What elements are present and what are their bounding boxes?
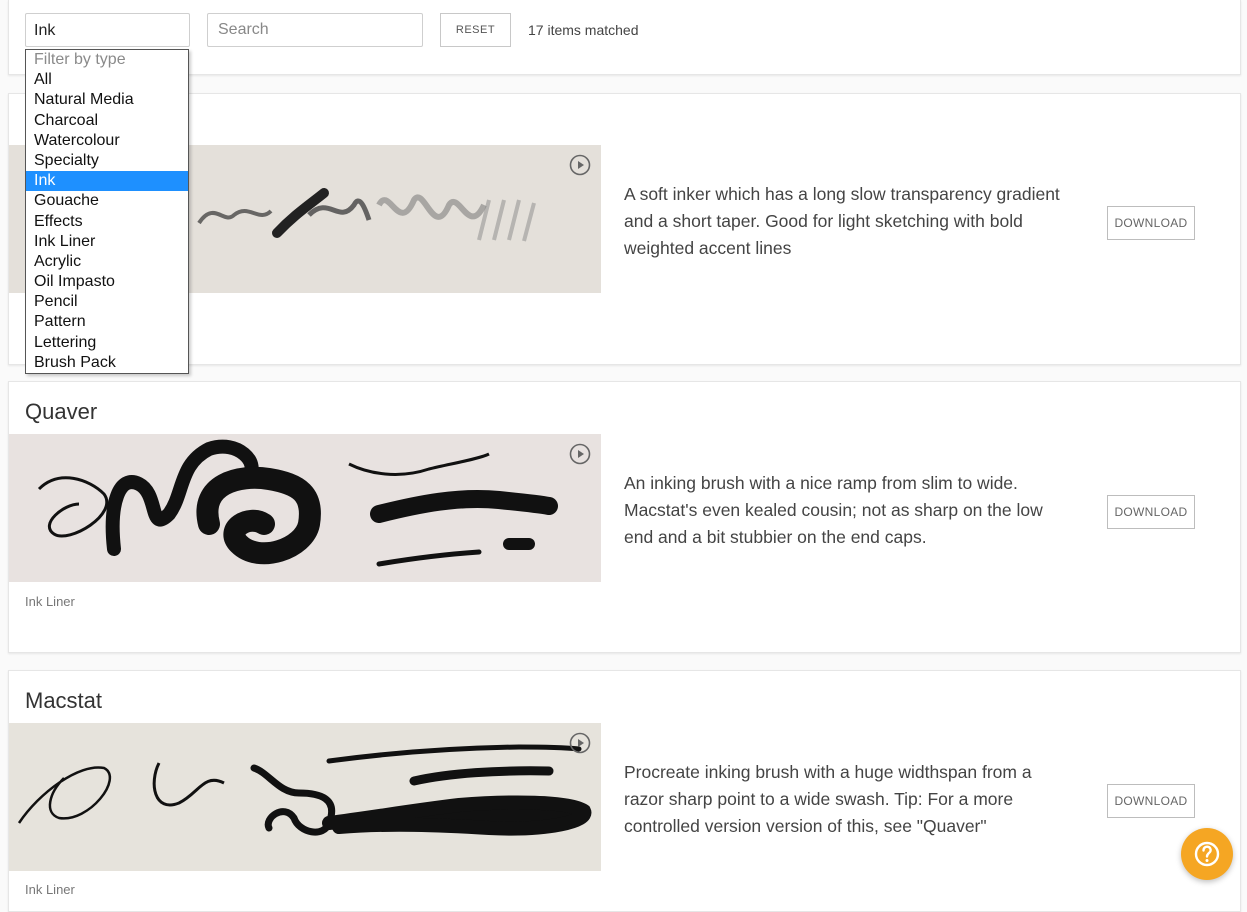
brush-title: Quaver	[25, 399, 98, 424]
brush-description: A soft inker which has a long slow trans…	[624, 184, 1060, 258]
brush-category-tag: Ink Liner	[25, 594, 75, 609]
filter-option-pattern[interactable]: Pattern	[26, 312, 188, 332]
filter-option-acrylic[interactable]: Acrylic	[26, 252, 188, 272]
filter-option-oil-impasto[interactable]: Oil Impasto	[26, 272, 188, 292]
download-button[interactable]: DOWNLOAD	[1107, 784, 1195, 818]
type-filter-dropdown: Filter by type All Natural Media Charcoa…	[25, 49, 189, 374]
filter-option-charcoal[interactable]: Charcoal	[26, 111, 188, 131]
play-circle-icon[interactable]	[569, 443, 591, 465]
filter-option-gouache[interactable]: Gouache	[26, 191, 188, 211]
filter-option-ink[interactable]: Ink	[26, 171, 188, 192]
play-circle-icon[interactable]	[569, 154, 591, 176]
filter-option-effects[interactable]: Effects	[26, 212, 188, 232]
brush-card: Quaver An inking brush with a nice ramp …	[8, 381, 1241, 653]
filter-option-pencil[interactable]: Pencil	[26, 292, 188, 312]
download-button[interactable]: DOWNLOAD	[1107, 206, 1195, 240]
question-circle-icon	[1194, 841, 1220, 867]
brush-preview-image	[9, 434, 601, 582]
filter-option-natural-media[interactable]: Natural Media	[26, 90, 188, 110]
filter-option-watercolour[interactable]: Watercolour	[26, 131, 188, 151]
filter-option-lettering[interactable]: Lettering	[26, 333, 188, 353]
dropdown-placeholder: Filter by type	[34, 51, 126, 68]
type-filter-select[interactable]: Ink	[25, 13, 190, 47]
filter-option-all[interactable]: All	[26, 70, 188, 90]
help-button[interactable]	[1181, 828, 1233, 880]
filter-option-ink-liner[interactable]: Ink Liner	[26, 232, 188, 252]
filter-option-specialty[interactable]: Specialty	[26, 151, 188, 171]
search-input[interactable]	[207, 13, 423, 47]
play-circle-icon[interactable]	[569, 732, 591, 754]
reset-button[interactable]: RESET	[440, 13, 511, 47]
brush-card: Macstat Procreate inking brush with a hu…	[8, 670, 1241, 912]
brush-card: A soft inker which has a long slow trans…	[8, 93, 1241, 365]
filter-option-brush-pack[interactable]: Brush Pack	[26, 353, 188, 373]
brush-stroke-image	[17, 744, 592, 836]
brush-description: An inking brush with a nice ramp from sl…	[624, 473, 1043, 547]
brush-stroke-image	[37, 439, 558, 567]
download-button[interactable]: DOWNLOAD	[1107, 495, 1195, 529]
brush-title: Macstat	[25, 688, 103, 713]
match-count: 17 items matched	[528, 22, 639, 38]
brush-description: Procreate inking brush with a huge width…	[624, 762, 1032, 836]
brush-preview-image	[9, 723, 601, 871]
